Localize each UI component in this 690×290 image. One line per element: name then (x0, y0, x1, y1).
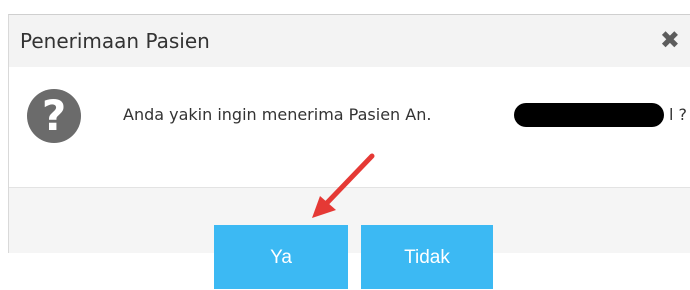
redaction-mark (514, 103, 664, 127)
cancel-button[interactable]: Tidak (361, 225, 493, 289)
confirmation-dialog: Penerimaan Pasien ✖ ? Anda yakin ingin m… (8, 14, 690, 289)
dialog-footer: Ya Tidak (9, 187, 690, 289)
question-icon: ? (27, 89, 81, 143)
dialog-title: Penerimaan Pasien (20, 29, 210, 53)
confirmation-message: Anda yakin ingin menerima Pasien An. (123, 105, 432, 124)
dialog-titlebar: Penerimaan Pasien ✖ (9, 15, 690, 67)
dialog-body: ? Anda yakin ingin menerima Pasien An. l… (9, 67, 690, 187)
close-icon[interactable]: ✖ (660, 28, 680, 52)
confirmation-message-suffix: l ? (669, 105, 688, 124)
confirm-button[interactable]: Ya (214, 225, 348, 289)
